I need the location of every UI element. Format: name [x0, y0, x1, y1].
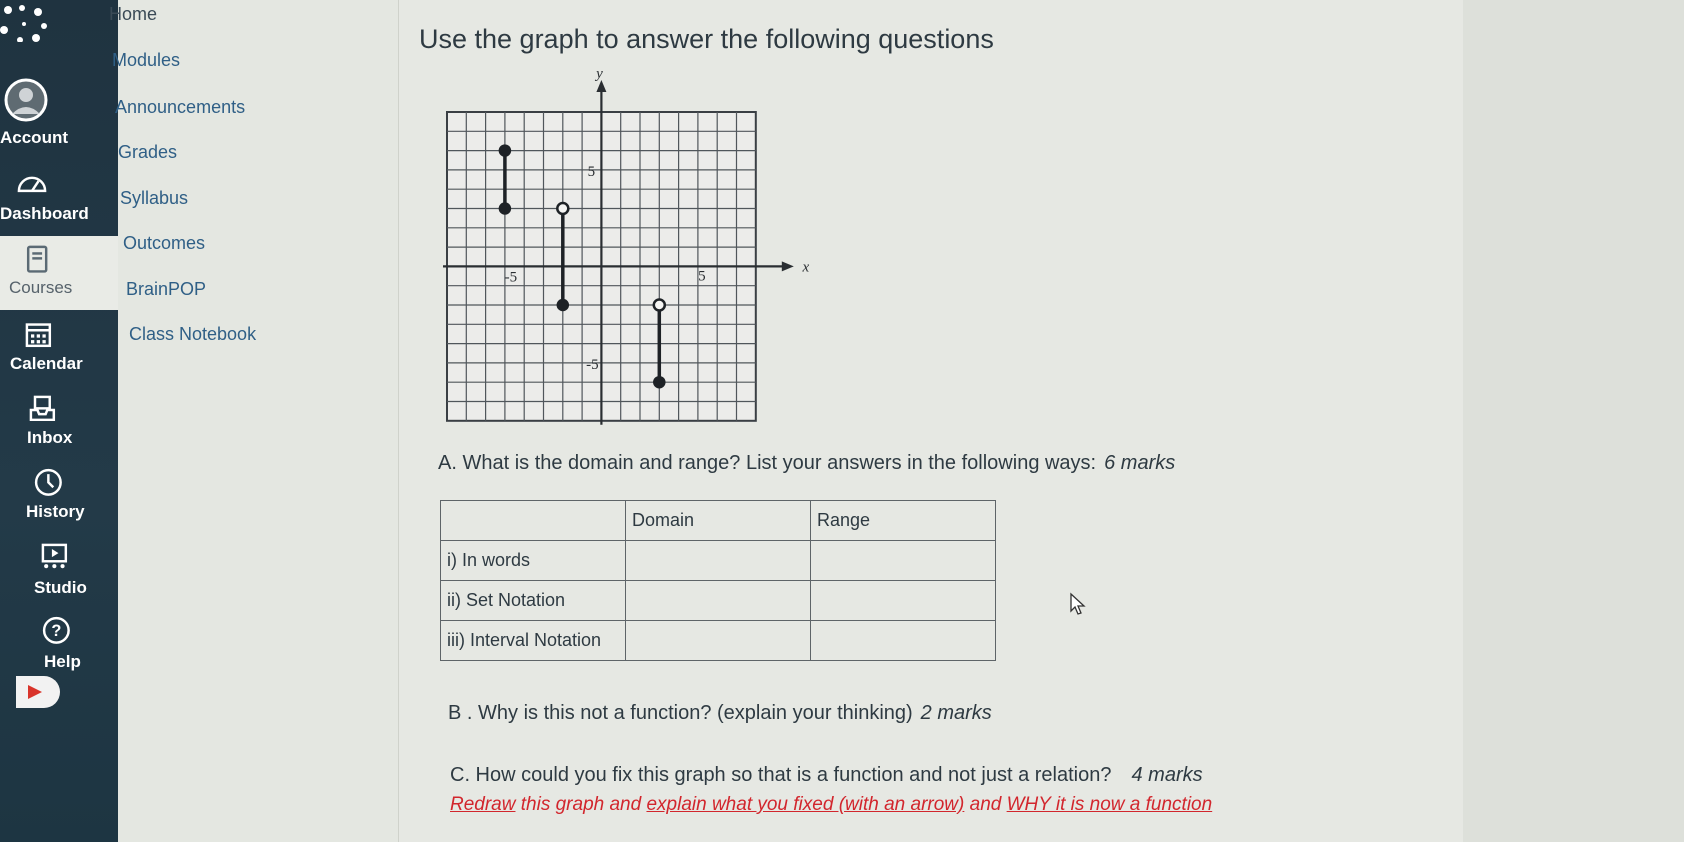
domain-range-table: Domain Range i) In words ii) Set Notatio…	[440, 500, 996, 661]
closed-endpoint	[498, 144, 512, 157]
cell-range-interval-notation[interactable]	[810, 620, 996, 661]
course-nav-syllabus[interactable]: Syllabus	[120, 188, 188, 209]
nav-item-inbox[interactable]: Inbox	[0, 392, 118, 452]
question-a-marks: 6 marks	[1104, 452, 1176, 474]
play-icon	[28, 685, 42, 699]
question-b-text: B . Why is this not a function? (explain…	[448, 702, 913, 724]
nav-label-history: History	[26, 502, 85, 521]
row-label-in-words: i) In words	[440, 540, 626, 581]
table-header-domain: Domain	[625, 500, 811, 541]
course-nav-grades[interactable]: Grades	[118, 142, 177, 163]
nav-item-history[interactable]: History	[0, 466, 118, 526]
cell-domain-in-words[interactable]	[625, 540, 811, 581]
question-a-text: A. What is the domain and range? List yo…	[438, 452, 1097, 474]
course-nav-outcomes[interactable]: Outcomes	[123, 233, 205, 254]
nav-label-help: Help	[44, 652, 81, 671]
cell-range-in-words[interactable]	[810, 540, 996, 581]
table-header-row: Domain Range	[440, 500, 996, 541]
dashboard-icon	[17, 176, 47, 193]
nav-label-inbox: Inbox	[27, 428, 73, 447]
relation-graph: y x -5 5 5 -5	[443, 68, 809, 425]
closed-endpoint	[556, 298, 570, 312]
nav-label-studio: Studio	[34, 578, 87, 597]
account-icon	[4, 78, 48, 122]
courses-icon	[26, 245, 48, 273]
nav-item-calendar[interactable]: Calendar	[0, 318, 118, 378]
course-nav-announcements[interactable]: Announcements	[115, 97, 245, 118]
nav-label-courses: Courses	[9, 278, 73, 297]
nav-item-dashboard[interactable]: Dashboard	[0, 168, 118, 230]
cell-range-set-notation[interactable]	[810, 580, 996, 621]
row-label-interval-notation: iii) Interval Notation	[440, 620, 626, 661]
y-tick-label: 5	[588, 164, 596, 180]
question-c: C. How could you fix this graph so that …	[450, 764, 1203, 787]
question-c-marks: 4 marks	[1131, 764, 1203, 786]
x-tick-label: 5	[698, 268, 706, 284]
help-icon: ?	[42, 616, 70, 644]
nav-item-studio[interactable]: Studio	[0, 540, 118, 600]
x-axis-label: x	[801, 259, 809, 275]
table-header-cell	[440, 500, 626, 541]
row-label-set-notation: ii) Set Notation	[440, 580, 626, 621]
mouse-cursor-icon	[1070, 592, 1086, 615]
cell-domain-set-notation[interactable]	[625, 580, 811, 621]
nav-item-courses[interactable]: Courses	[0, 236, 118, 310]
open-endpoint	[556, 201, 570, 216]
nav-label-calendar: Calendar	[10, 354, 83, 373]
course-nav-home[interactable]: Home	[109, 4, 157, 25]
course-nav-modules[interactable]: Modules	[112, 50, 180, 71]
redraw-part: WHY it is now a function	[1006, 794, 1213, 815]
question-b: B . Why is this not a function? (explain…	[448, 702, 992, 725]
global-nav: Account Dashboard Courses Calendar Inbox…	[0, 0, 118, 842]
question-c-text: C. How could you fix this graph so that …	[450, 764, 1112, 786]
table-row: iii) Interval Notation	[440, 620, 996, 661]
table-header-range: Range	[810, 500, 996, 541]
course-nav	[118, 0, 398, 842]
nav-label-dashboard: Dashboard	[0, 204, 89, 223]
studio-icon	[41, 543, 68, 569]
redraw-part: and	[964, 794, 1007, 815]
redraw-part: Redraw	[450, 794, 516, 815]
y-axis-label: y	[594, 68, 603, 82]
course-nav-class-notebook[interactable]: Class Notebook	[129, 324, 256, 345]
canvas-logo-icon[interactable]	[0, 4, 50, 42]
history-icon	[34, 468, 62, 496]
x-tick-label: -5	[505, 269, 518, 285]
open-endpoint	[652, 298, 667, 312]
closed-endpoint	[653, 375, 666, 389]
redraw-instruction: Redraw this graph and explain what you f…	[450, 794, 1212, 816]
right-gutter	[1463, 0, 1684, 842]
redraw-part: explain what you fixed (with an arrow)	[646, 794, 965, 815]
question-a: A. What is the domain and range? List yo…	[438, 452, 1175, 475]
inbox-icon	[29, 395, 56, 422]
nav-label-account: Account	[0, 128, 68, 147]
calendar-icon	[25, 323, 52, 348]
redraw-part: this graph and	[515, 794, 647, 815]
cell-domain-interval-notation[interactable]	[625, 620, 811, 661]
question-b-marks: 2 marks	[920, 702, 992, 724]
course-nav-brainpop[interactable]: BrainPOP	[126, 279, 206, 300]
nav-item-help[interactable]: ? Help	[0, 614, 118, 674]
x-axis-arrow	[781, 261, 794, 272]
y-tick-label: -5	[586, 357, 599, 373]
nav-item-account[interactable]: Account	[0, 74, 118, 150]
table-row: ii) Set Notation	[440, 580, 996, 621]
table-row: i) In words	[440, 540, 996, 581]
nav-collapse-button[interactable]	[16, 676, 60, 708]
svg-text:?: ?	[51, 622, 61, 640]
closed-endpoint	[498, 202, 512, 215]
page-title: Use the graph to answer the following qu…	[419, 24, 994, 54]
